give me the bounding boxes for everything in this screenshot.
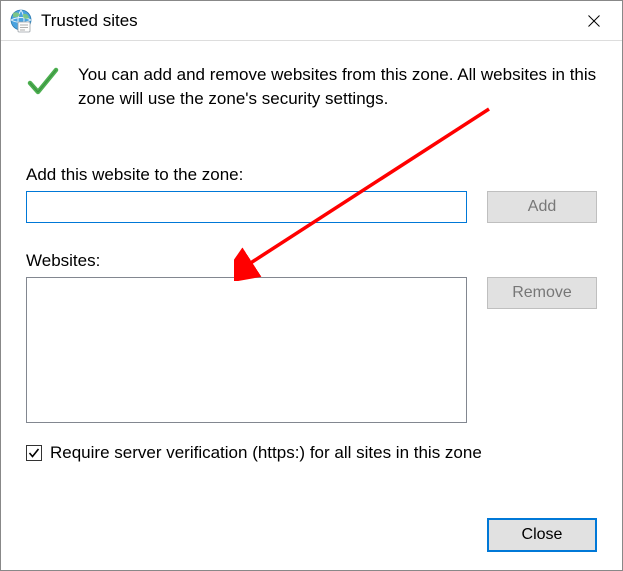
info-row: You can add and remove websites from thi…	[26, 63, 597, 111]
trusted-sites-icon	[9, 9, 33, 33]
info-text: You can add and remove websites from thi…	[78, 63, 597, 111]
close-icon	[588, 15, 600, 27]
website-url-input[interactable]	[26, 191, 467, 223]
dialog-content: You can add and remove websites from thi…	[1, 41, 622, 570]
close-button[interactable]: Close	[487, 518, 597, 552]
add-website-label: Add this website to the zone:	[26, 165, 597, 185]
add-button[interactable]: Add	[487, 191, 597, 223]
dialog-title: Trusted sites	[41, 11, 570, 31]
dialog-footer: Close	[26, 494, 597, 552]
titlebar: Trusted sites	[1, 1, 622, 41]
https-verification-row[interactable]: Require server verification (https:) for…	[26, 443, 597, 463]
window-close-button[interactable]	[570, 2, 618, 40]
https-verification-label: Require server verification (https:) for…	[50, 443, 482, 463]
https-verification-checkbox[interactable]	[26, 445, 42, 461]
websites-listbox[interactable]	[26, 277, 467, 423]
websites-label: Websites:	[26, 251, 597, 271]
websites-row: Remove	[26, 277, 597, 423]
trusted-sites-dialog: Trusted sites You can add and remove web…	[0, 0, 623, 571]
checkmark-icon	[26, 65, 60, 99]
check-icon	[28, 447, 40, 459]
remove-button[interactable]: Remove	[487, 277, 597, 309]
add-website-row: Add	[26, 191, 597, 223]
